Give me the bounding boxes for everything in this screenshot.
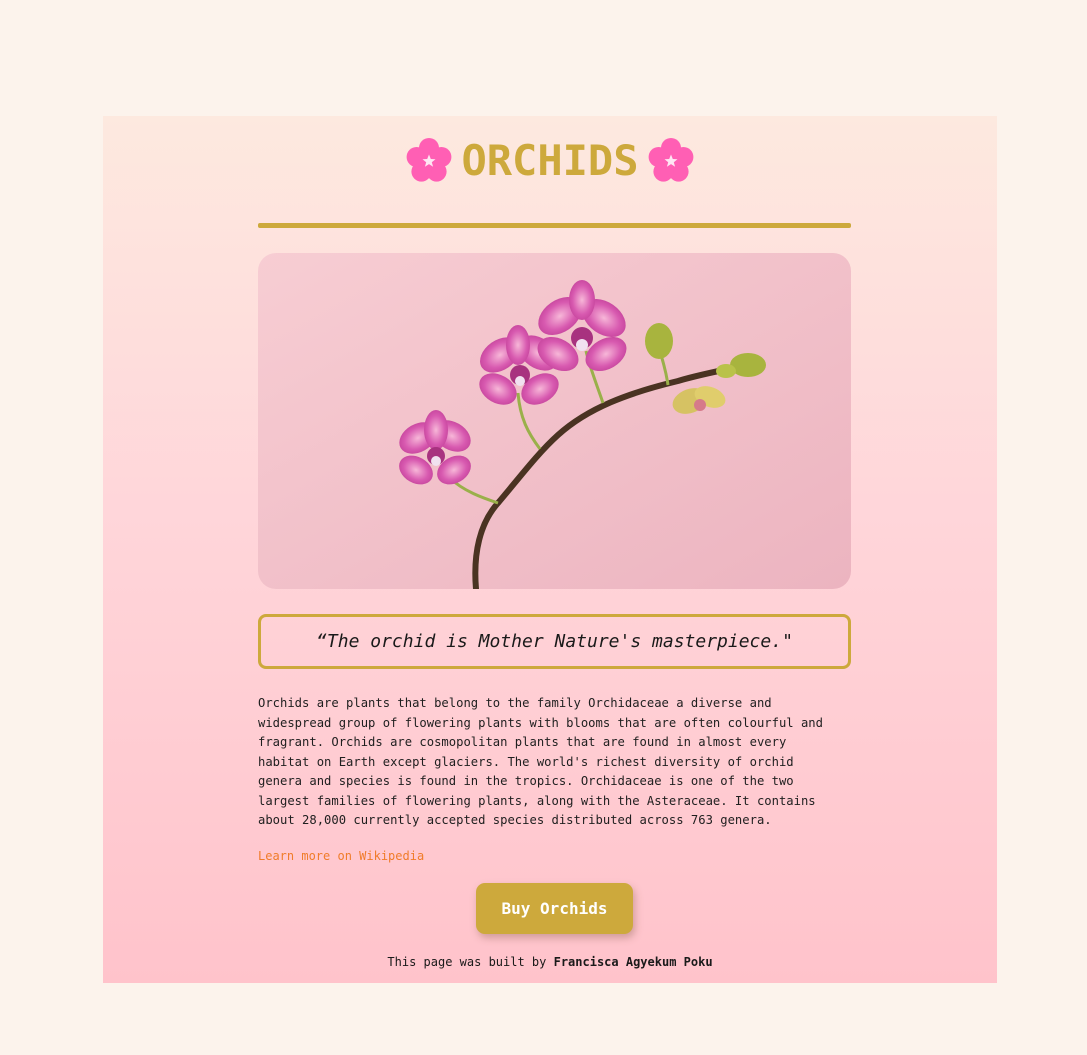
page-title: ORCHIDS	[461, 136, 639, 185]
buy-orchids-button[interactable]: Buy Orchids	[476, 883, 633, 934]
footer: This page was built by Francisca Agyekum…	[103, 955, 997, 969]
quote-text: “The orchid is Mother Nature's masterpie…	[316, 631, 793, 652]
quote-box: “The orchid is Mother Nature's masterpie…	[258, 614, 851, 669]
description-text: Orchids are plants that belong to the fa…	[258, 696, 823, 827]
wikipedia-link[interactable]: Learn more on Wikipedia	[258, 849, 424, 863]
title-row: ORCHIDS	[103, 136, 997, 185]
pink-blossom-icon	[407, 137, 452, 182]
content-card: ORCHIDS “The orchid is Mother Nature's m…	[103, 116, 997, 983]
title-divider	[258, 223, 851, 228]
orchid-photo	[258, 253, 851, 589]
footer-prefix: This page was built by	[387, 955, 547, 969]
footer-author: Francisca Agyekum Poku	[553, 955, 713, 969]
pink-blossom-icon	[648, 137, 693, 182]
